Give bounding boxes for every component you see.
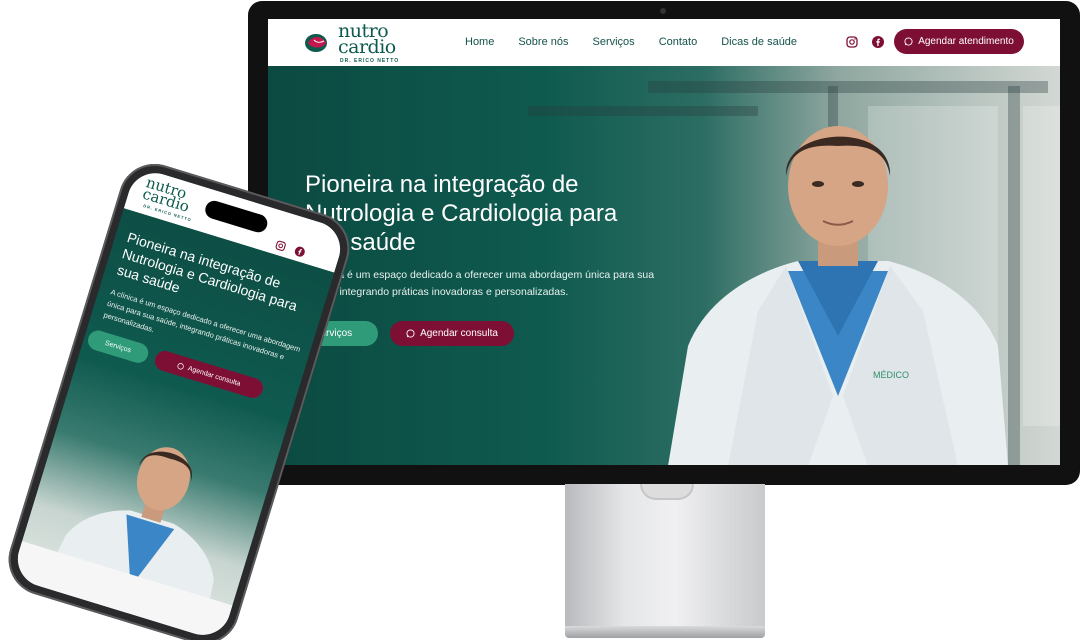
monitor-stand	[565, 484, 765, 628]
facebook-icon[interactable]	[294, 243, 306, 257]
bg-beam	[648, 81, 1048, 93]
nav-contato[interactable]: Contato	[659, 36, 698, 48]
bg-column	[1008, 86, 1020, 465]
monitor-stand-base	[565, 626, 765, 638]
instagram-icon[interactable]	[275, 237, 287, 251]
doctor-portrait: MÉDICO	[668, 126, 1008, 465]
site-header: nutro cardio DR. ERICO NETTO Home Sobre …	[268, 19, 1060, 66]
hero-title: Pioneira na integração de Nutrologia e C…	[305, 171, 618, 256]
main-nav: Home Sobre nós Serviços Contato Dicas de…	[465, 36, 797, 48]
phone-mockup: nutro cardio DR. ERICO NETTO Pioneira na…	[0, 154, 359, 640]
hero-section: MÉDICO Pioneira na integração de Nutrolo…	[268, 66, 1060, 465]
schedule-consultation-label: Agendar consulta	[420, 328, 498, 339]
nav-home[interactable]: Home	[465, 36, 494, 48]
mobile-services-button[interactable]: Serviços	[85, 328, 151, 366]
desktop-monitor: nutro cardio DR. ERICO NETTO Home Sobre …	[248, 1, 1080, 485]
schedule-consultation-button[interactable]: Agendar consulta	[390, 321, 514, 346]
nav-servicos[interactable]: Serviços	[593, 36, 635, 48]
nav-sobre[interactable]: Sobre nós	[518, 36, 568, 48]
camera-dot	[660, 8, 666, 14]
bg-window	[1023, 106, 1060, 426]
whatsapp-icon	[406, 329, 415, 338]
logo-subtitle: DR. ERICO NETTO	[340, 58, 400, 64]
mockup-stage: nutro cardio DR. ERICO NETTO Home Sobre …	[0, 0, 1080, 640]
logo-line-2: cardio	[338, 36, 396, 58]
site-logo[interactable]: nutro cardio DR. ERICO NETTO	[304, 22, 414, 65]
heart-leaf-logo-icon	[305, 34, 327, 52]
facebook-icon[interactable]	[872, 35, 884, 48]
mobile-social-links	[275, 237, 307, 257]
instagram-icon[interactable]	[846, 35, 858, 48]
whatsapp-icon	[904, 37, 913, 46]
schedule-appointment-label: Agendar atendimento	[918, 36, 1014, 47]
hero-description: A clínica é um espaço dedicado a oferece…	[305, 269, 655, 298]
coat-label: MÉDICO	[873, 370, 909, 380]
nav-dicas[interactable]: Dicas de saúde	[721, 36, 797, 48]
mobile-schedule-consultation-label: Agendar consulta	[187, 364, 242, 388]
social-links	[846, 35, 884, 48]
whatsapp-icon	[177, 362, 185, 370]
desktop-screen: nutro cardio DR. ERICO NETTO Home Sobre …	[268, 19, 1060, 465]
logo-wordmark: nutro cardio	[338, 22, 396, 58]
schedule-appointment-button[interactable]: Agendar atendimento	[894, 29, 1024, 54]
